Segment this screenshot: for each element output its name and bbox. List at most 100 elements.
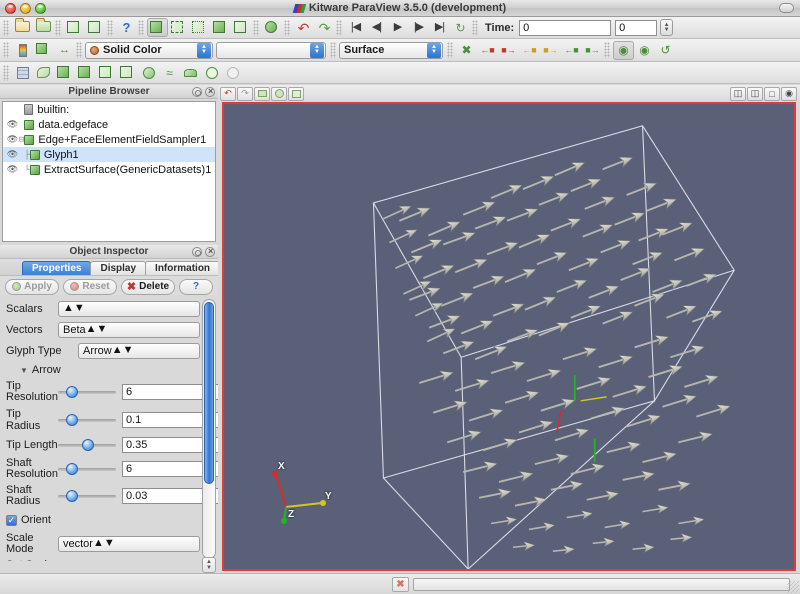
resize-grip[interactable]: [787, 581, 799, 593]
toolbar-grip[interactable]: [3, 19, 9, 36]
toolbar-grip-2[interactable]: [55, 19, 61, 36]
calculator-filter-icon[interactable]: [12, 63, 33, 82]
apply-button[interactable]: Apply: [5, 278, 59, 295]
slice-filter-icon[interactable]: [75, 63, 96, 82]
adjust-camera-icon[interactable]: [271, 86, 287, 101]
first-frame-icon[interactable]: |◀: [345, 18, 366, 37]
close-view-icon[interactable]: ◉: [781, 86, 797, 101]
slider-knob[interactable]: [66, 386, 78, 398]
properties-scrollbar-arrows[interactable]: ▲ ▼: [202, 557, 216, 573]
tip-length-slider[interactable]: [58, 438, 116, 452]
camera-link-icon[interactable]: [254, 86, 270, 101]
clip-filter-icon[interactable]: [54, 63, 75, 82]
toolbar-grip-8[interactable]: [472, 19, 478, 36]
camera-toolbar-grip-2[interactable]: [604, 42, 610, 58]
shaft-radius-slider[interactable]: [58, 489, 116, 503]
camera-toolbar-grip[interactable]: [447, 42, 453, 58]
tip-resolution-slider[interactable]: [58, 385, 116, 399]
display-toolbar-grip[interactable]: [3, 42, 9, 58]
help-button[interactable]: ?: [179, 278, 213, 295]
next-frame-icon[interactable]: |▶: [408, 18, 429, 37]
inspector-close-button[interactable]: [205, 247, 215, 257]
orientation-axes-widget[interactable]: X Y Z: [260, 461, 340, 525]
minimize-window-button[interactable]: [20, 2, 31, 14]
toolbar-toggle-button[interactable]: [779, 3, 794, 13]
select-block-icon[interactable]: [262, 18, 283, 37]
view-neg-z-icon[interactable]: ←■: [561, 41, 582, 60]
interact-mode-icon[interactable]: [147, 18, 168, 37]
view-pos-x-icon[interactable]: ■→: [498, 41, 519, 60]
help-icon[interactable]: ?: [116, 18, 137, 37]
visibility-eye-icon[interactable]: 👁: [6, 134, 19, 145]
tab-properties[interactable]: Properties: [22, 261, 92, 275]
pipeline-close-button[interactable]: [205, 87, 215, 97]
loop-icon[interactable]: ↻: [450, 18, 471, 37]
tip-radius-slider[interactable]: [58, 413, 116, 427]
tab-information[interactable]: Information: [145, 261, 221, 275]
vectors-combo[interactable]: Beta ▲▼: [58, 322, 200, 338]
view-neg-x-icon[interactable]: ←■: [477, 41, 498, 60]
rotate-camera-icon[interactable]: ↺: [655, 41, 676, 60]
delete-button[interactable]: ✖ Delete: [121, 278, 175, 295]
scale-mode-combo[interactable]: vector ▲▼: [58, 536, 200, 552]
zoom-window-button[interactable]: [35, 2, 46, 14]
close-window-button[interactable]: [5, 2, 16, 14]
cancel-progress-button[interactable]: ✖: [392, 576, 409, 592]
rotate-90-cw-icon[interactable]: ◉: [634, 41, 655, 60]
maximize-view-icon[interactable]: □: [764, 86, 780, 101]
undo-icon[interactable]: ↶: [293, 18, 314, 37]
time-input[interactable]: [519, 19, 612, 36]
visibility-eye-icon[interactable]: 👁: [6, 119, 19, 130]
stream-tracer-filter-icon[interactable]: ≈: [159, 63, 180, 82]
undo-camera-icon[interactable]: ↶: [220, 86, 236, 101]
rotate-90-ccw-icon[interactable]: ◉: [613, 40, 634, 60]
edit-color-map-icon[interactable]: [33, 41, 54, 60]
select-points-through-icon[interactable]: [231, 18, 252, 37]
reset-button[interactable]: Reset: [63, 278, 117, 295]
slider-knob[interactable]: [66, 414, 78, 426]
slider-knob[interactable]: [66, 463, 78, 475]
extract-level-filter-icon[interactable]: [222, 63, 243, 82]
orient-checkbox[interactable]: ✓: [6, 514, 17, 526]
disconnect-server-icon[interactable]: [85, 18, 106, 37]
previous-frame-icon[interactable]: ◀|: [366, 18, 387, 37]
open-file-icon[interactable]: [12, 18, 33, 37]
color-legend-icon[interactable]: [12, 41, 33, 60]
view-pos-y-icon[interactable]: ■→: [540, 41, 561, 60]
tab-display[interactable]: Display: [90, 261, 147, 275]
rescale-range-icon[interactable]: ↔: [54, 41, 75, 60]
last-frame-icon[interactable]: ▶|: [429, 18, 450, 37]
split-horizontal-icon[interactable]: ◫: [730, 86, 746, 101]
visibility-eye-icon[interactable]: 👁: [6, 149, 19, 160]
toolbar-grip-4[interactable]: [138, 19, 144, 36]
properties-scrollbar[interactable]: [202, 299, 216, 559]
glyph-filter-icon[interactable]: [138, 63, 159, 82]
display-toolbar-grip-3[interactable]: [330, 42, 336, 58]
connect-server-icon[interactable]: [64, 18, 85, 37]
arrow-group-header[interactable]: ▼ Arrow: [20, 364, 200, 376]
scroll-down-icon[interactable]: ▼: [206, 565, 212, 571]
play-icon[interactable]: ▶: [387, 18, 408, 37]
select-cells-through-icon[interactable]: [210, 18, 231, 37]
glyph-type-combo[interactable]: Arrow ▲▼: [78, 343, 200, 359]
frame-spinner[interactable]: ▲ ▼: [660, 19, 674, 36]
scalars-combo[interactable]: ▲▼: [58, 301, 200, 317]
pipeline-node-field-sampler[interactable]: 👁 ⊟ Edge+FaceElementFieldSampler1: [3, 132, 215, 147]
select-cells-icon[interactable]: [168, 18, 189, 37]
warp-filter-icon[interactable]: [180, 63, 201, 82]
split-vertical-icon[interactable]: ◫: [747, 86, 763, 101]
render-view-canvas[interactable]: X Y Z: [222, 102, 796, 571]
pipeline-node-builtin[interactable]: builtin:: [3, 102, 215, 117]
inspector-float-button[interactable]: [192, 247, 202, 257]
display-toolbar-grip-2[interactable]: [76, 42, 82, 58]
pipeline-float-button[interactable]: [192, 87, 202, 97]
color-array-combo[interactable]: ▲ ▼: [216, 41, 326, 59]
slider-knob[interactable]: [82, 439, 94, 451]
redo-icon[interactable]: ↷: [314, 18, 335, 37]
color-by-combo[interactable]: Solid Color ▲ ▼: [85, 41, 213, 59]
pipeline-node-extract-surface[interactable]: 👁 └ ExtractSurface(GenericDatasets)1: [3, 162, 215, 177]
pipeline-node-data-edgeface[interactable]: 👁 data.edgeface: [3, 117, 215, 132]
capture-screenshot-icon[interactable]: [288, 86, 304, 101]
pipeline-node-glyph1[interactable]: 👁 ├ Glyph1: [3, 147, 215, 162]
view-neg-y-icon[interactable]: ←■: [519, 41, 540, 60]
